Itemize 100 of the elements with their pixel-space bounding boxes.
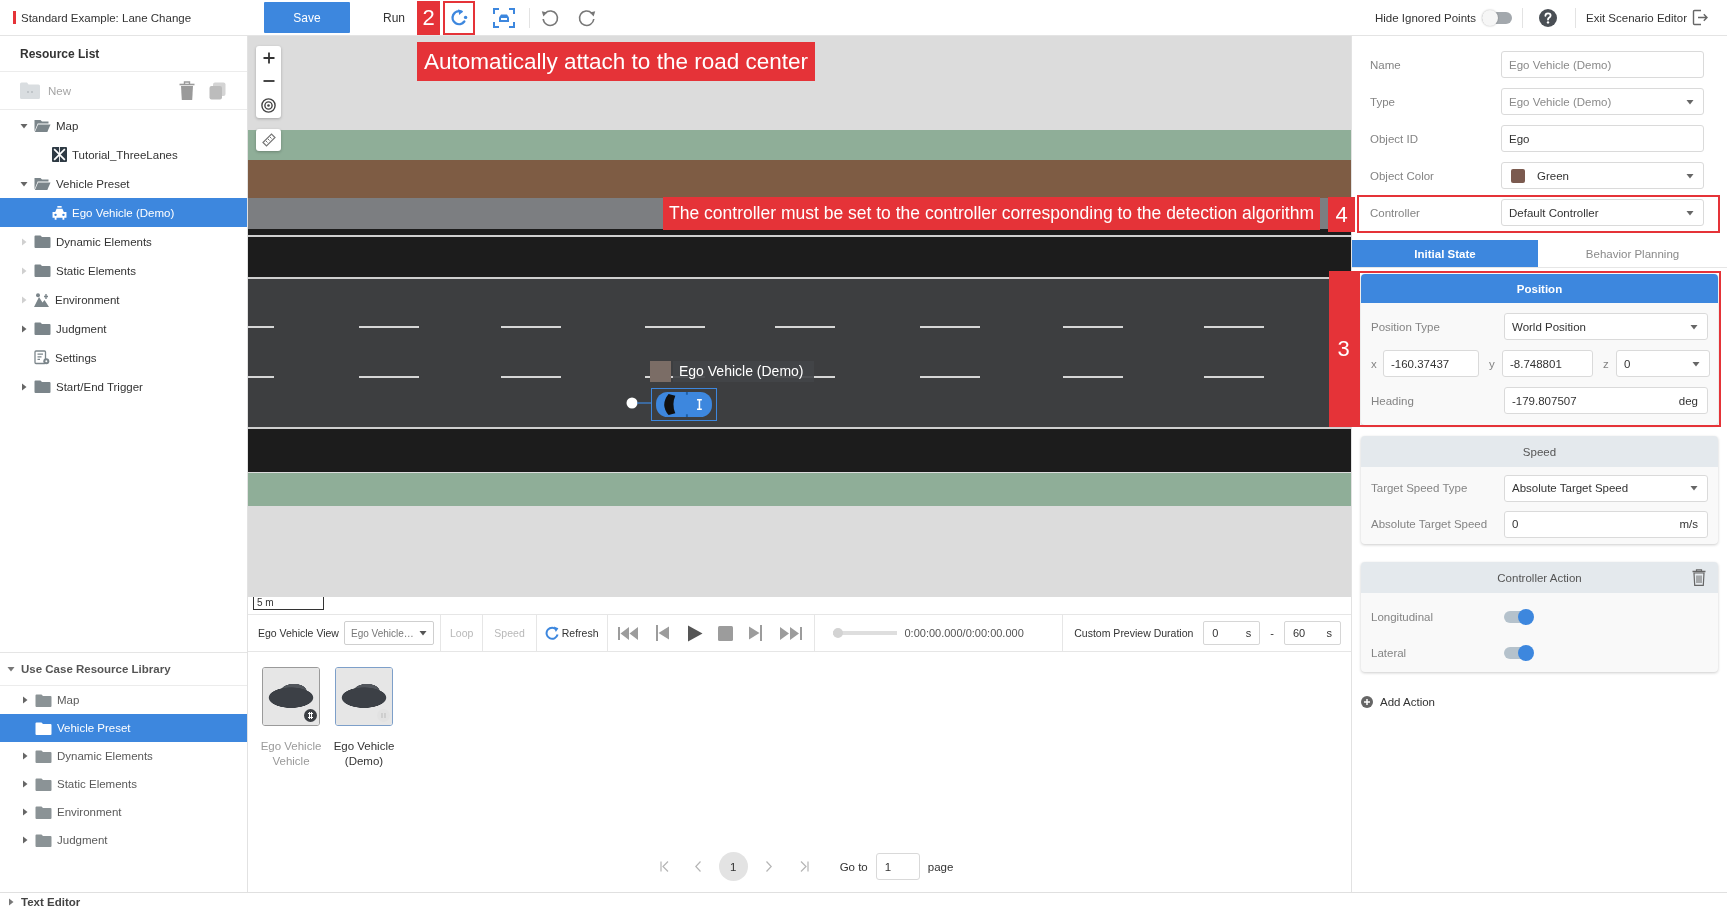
caret-icon[interactable] <box>21 836 29 844</box>
caret-icon <box>1686 97 1694 106</box>
folder-open-icon <box>34 177 51 190</box>
tree-item[interactable]: Map <box>0 686 247 714</box>
plus-circle-icon <box>1361 696 1373 708</box>
exit-button[interactable]: Exit Scenario Editor <box>1586 9 1708 26</box>
dropdown[interactable]: 0 <box>1616 350 1710 377</box>
field-label: Heading <box>1371 394 1415 407</box>
dropdown[interactable]: Absolute Target Speed <box>1504 474 1708 502</box>
field-label: Object Color <box>1370 169 1435 182</box>
caret-icon[interactable] <box>21 808 29 816</box>
asset-name: Ego Vehicle Vehicle <box>259 739 323 769</box>
help-icon[interactable] <box>1539 8 1557 27</box>
add-action-button[interactable]: Add Action <box>1361 692 1435 712</box>
toggle-switch[interactable] <box>1482 9 1512 26</box>
tree-item[interactable]: Static Elements <box>0 256 247 285</box>
tree-item[interactable]: Environment <box>0 798 247 826</box>
callout-number: 4 <box>1328 197 1355 232</box>
card-title: Speed <box>1522 445 1557 458</box>
tree-item[interactable]: Judgment <box>0 826 247 854</box>
refresh-button[interactable]: Refresh <box>536 626 607 640</box>
dropdown[interactable]: Default Controller <box>1501 199 1704 226</box>
caret-icon <box>1692 359 1700 368</box>
tree-item[interactable]: Environment <box>0 285 247 314</box>
field-label: Controller <box>1370 206 1421 219</box>
number-field[interactable]: 60 s <box>1284 621 1341 645</box>
field-label: Longitudinal <box>1371 611 1435 623</box>
tree-item[interactable]: Vehicle Preset <box>0 714 247 742</box>
asset-tile[interactable] <box>335 667 393 726</box>
redo-icon[interactable] <box>576 7 597 28</box>
focus-frame-icon[interactable] <box>493 7 515 28</box>
refresh-icon <box>544 626 559 640</box>
skip-back-icon[interactable] <box>617 626 639 640</box>
caret-icon[interactable] <box>21 780 29 788</box>
tree-item[interactable]: Start/End Trigger <box>0 372 247 401</box>
toggle-switch[interactable] <box>1504 609 1534 625</box>
save-button[interactable]: Save <box>264 2 350 33</box>
caret-icon[interactable] <box>20 121 28 130</box>
text-field[interactable]: -179.807507 deg <box>1504 387 1708 414</box>
page-label: page <box>927 860 954 873</box>
dropdown[interactable]: Ego Vehicle… <box>344 621 434 645</box>
tree-item[interactable]: Tutorial_ThreeLanes <box>0 140 247 169</box>
vehicle-label: Ego Vehicle (Demo) <box>673 361 814 382</box>
goto-label: Go to <box>839 860 868 873</box>
page-input-field[interactable]: 1 <box>875 853 920 880</box>
skip-forward-icon[interactable] <box>779 626 802 640</box>
page-button[interactable]: 1 <box>718 852 748 881</box>
tree-item[interactable]: Dynamic Elements <box>0 227 247 256</box>
field-label: Position Type <box>1371 320 1441 333</box>
caret-icon[interactable] <box>20 179 28 188</box>
duration-label: Custom Preview Duration <box>1074 627 1194 639</box>
ruler-button[interactable] <box>256 129 281 151</box>
car-icon <box>52 205 67 220</box>
zoom-in-icon[interactable] <box>262 51 275 64</box>
run-button[interactable]: Run <box>383 10 405 25</box>
stop-icon[interactable] <box>717 625 733 641</box>
folder-icon <box>34 264 51 277</box>
asset-tile[interactable] <box>262 667 320 726</box>
caret-icon <box>1690 322 1698 331</box>
text-field[interactable]: Ego <box>1501 125 1704 152</box>
caret-icon[interactable] <box>7 665 15 673</box>
tree-item[interactable]: Settings <box>0 343 247 372</box>
number-field[interactable]: 0 s <box>1203 621 1261 645</box>
target-icon[interactable] <box>261 97 276 113</box>
step-forward-icon[interactable] <box>747 625 765 641</box>
tab[interactable]: Initial State <box>1352 240 1538 267</box>
dropdown[interactable]: Green <box>1501 162 1704 189</box>
trash-icon[interactable] <box>1692 569 1706 586</box>
text-field[interactable]: 0 m/s <box>1504 510 1708 538</box>
caret-icon[interactable] <box>20 324 28 333</box>
caret-icon[interactable] <box>21 696 29 704</box>
undo-icon[interactable] <box>540 7 561 28</box>
progress-track[interactable] <box>832 628 897 638</box>
caret-icon[interactable] <box>21 752 29 760</box>
tree-item[interactable]: Ego Vehicle (Demo) <box>0 198 247 227</box>
tree-item[interactable]: Static Elements <box>0 770 247 798</box>
folder-icon <box>35 749 52 763</box>
caret-icon[interactable] <box>7 898 15 906</box>
dropdown[interactable]: World Position <box>1504 313 1708 340</box>
step-back-icon[interactable] <box>653 625 672 641</box>
tree-item[interactable]: Vehicle Preset <box>0 169 247 198</box>
tree-item[interactable]: Dynamic Elements <box>0 742 247 770</box>
card-title: Position <box>1516 282 1563 295</box>
text-field[interactable]: -160.37437 <box>1383 350 1479 377</box>
trash-icon[interactable] <box>179 81 195 100</box>
text-field[interactable]: -8.748801 <box>1502 350 1593 377</box>
progress-thumb[interactable] <box>832 628 843 638</box>
section-header[interactable]: Text Editor <box>0 893 81 911</box>
tree-item[interactable]: Map <box>0 111 247 140</box>
toggle-switch[interactable] <box>1504 645 1534 661</box>
panel-title: Resource List <box>20 46 100 61</box>
folder-icon <box>35 805 52 819</box>
rotation-handle[interactable] <box>626 397 651 409</box>
section-header[interactable]: Use Case Resource Library <box>0 653 247 686</box>
tree-item[interactable]: Judgment <box>0 314 247 343</box>
photo-placeholder <box>263 668 319 725</box>
callout-note: Automatically attach to the road center <box>417 42 815 81</box>
caret-icon <box>419 629 427 637</box>
play-icon[interactable] <box>686 624 703 642</box>
caret-icon[interactable] <box>20 382 28 391</box>
